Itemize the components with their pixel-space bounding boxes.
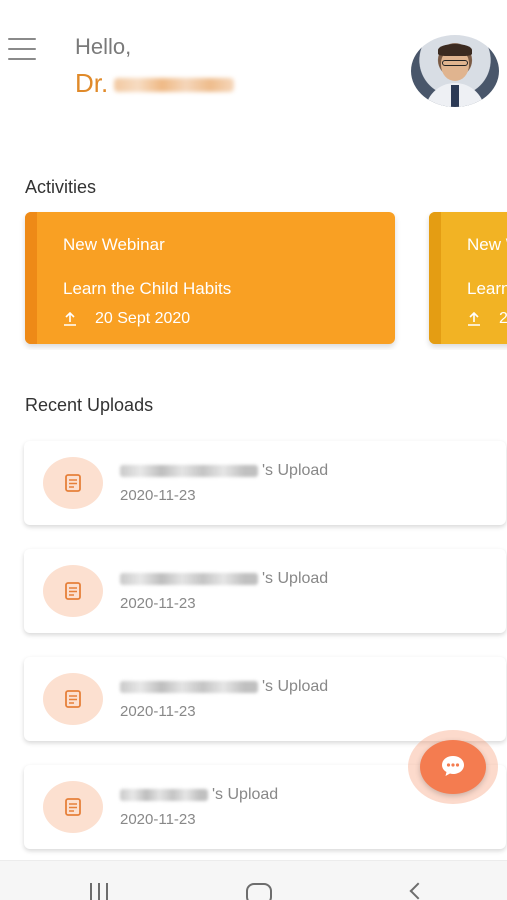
document-icon — [43, 781, 103, 833]
upload-title: 's Upload — [120, 678, 328, 696]
document-icon — [43, 565, 103, 617]
document-icon — [43, 457, 103, 509]
activity-card[interactable]: New Webinar Learn the Child Habits 20 Se… — [429, 212, 507, 344]
avatar[interactable] — [411, 35, 499, 107]
redacted-name — [114, 78, 235, 93]
upload-date: 2020-11-23 — [120, 595, 196, 612]
upload-icon — [467, 312, 481, 326]
back-button[interactable] — [378, 861, 458, 900]
activity-date: 20 Sept 2020 — [499, 310, 507, 327]
upload-date: 2020-11-23 — [120, 811, 196, 828]
activity-type: New Webinar — [467, 235, 507, 254]
activity-title: Learn the Child Habits — [467, 279, 507, 298]
upload-title: 's Upload — [120, 462, 328, 480]
header: Hello, Dr. — [0, 0, 507, 130]
upload-date: 2020-11-23 — [120, 487, 196, 504]
activity-type: New Webinar — [63, 235, 165, 254]
greeting-text: Hello, — [75, 34, 132, 59]
doctor-prefix: Dr. — [75, 68, 109, 98]
chat-bubble-icon — [442, 756, 464, 776]
upload-icon — [63, 312, 77, 326]
recents-button[interactable] — [60, 861, 140, 900]
upload-date: 2020-11-23 — [120, 703, 196, 720]
chat-button[interactable] — [420, 740, 486, 794]
doctor-name: Dr. — [75, 68, 235, 99]
upload-item[interactable]: 's Upload 2020-11-23 — [24, 441, 506, 525]
activity-title: Learn the Child Habits — [63, 279, 232, 298]
activity-date: 20 Sept 2020 — [95, 310, 191, 327]
home-button[interactable] — [220, 861, 300, 900]
system-nav-bar — [0, 860, 507, 900]
upload-item[interactable]: 's Upload 2020-11-23 — [24, 657, 506, 741]
activity-date-row: 20 Sept 2020 — [63, 310, 190, 328]
recent-uploads-title: Recent Uploads — [25, 395, 154, 415]
upload-title: 's Upload — [120, 570, 328, 588]
activity-date-row: 20 Sept 2020 — [467, 310, 507, 328]
activities-title: Activities — [25, 177, 97, 197]
upload-item[interactable]: 's Upload 2020-11-23 — [24, 549, 506, 633]
activity-card[interactable]: New Webinar Learn the Child Habits 20 Se… — [25, 212, 395, 344]
upload-title: 's Upload — [120, 786, 278, 804]
document-icon — [43, 673, 103, 725]
hamburger-menu-icon[interactable] — [8, 38, 36, 62]
activities-carousel[interactable]: New Webinar Learn the Child Habits 20 Se… — [0, 210, 507, 350]
